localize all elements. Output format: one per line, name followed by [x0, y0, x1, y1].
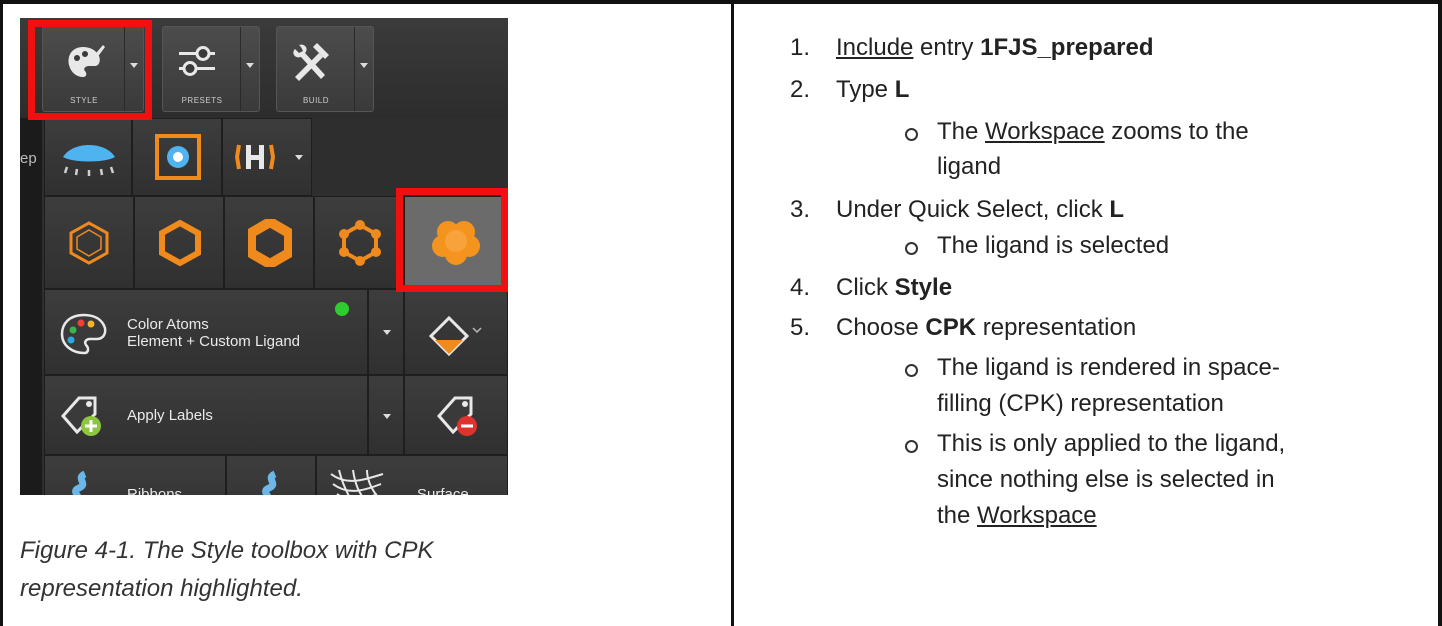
- step-4: Click Style: [836, 274, 952, 302]
- eye-icon: [63, 145, 115, 176]
- thick-hexagon-icon: [248, 219, 292, 267]
- include-link[interactable]: Include: [836, 34, 913, 61]
- ribbon-remove-icon: [262, 470, 277, 495]
- step-5-sub-2-cont-2: the Workspace: [937, 502, 1097, 530]
- step-1: Include entry 1FJS_prepared: [836, 34, 1154, 62]
- remove-labels-button[interactable]: [404, 375, 508, 455]
- step-2-text: Type: [836, 76, 895, 103]
- workspace-link[interactable]: Workspace: [985, 118, 1105, 145]
- step-5-sub-1: The ligand is rendered in space-: [937, 354, 1280, 381]
- surface-button[interactable]: Surface: [316, 455, 508, 495]
- step-5-number: 5.: [790, 314, 811, 341]
- step-4-number: 4.: [790, 274, 811, 301]
- ribbon-add-icon: [72, 470, 87, 495]
- table-border-divider: [731, 0, 734, 626]
- chevron-down-icon: [383, 414, 391, 419]
- paint-bucket-icon: [428, 315, 482, 356]
- presets-dropdown-arrow[interactable]: [246, 63, 254, 68]
- thick-tube-representation-button[interactable]: [224, 196, 314, 289]
- tube-hexagon-icon: [159, 219, 201, 267]
- bullet-icon: [905, 242, 918, 255]
- surface-mesh-icon: [330, 469, 384, 495]
- step-5-text: Choose: [836, 314, 926, 341]
- presets-button[interactable]: PRESETS: [162, 26, 260, 112]
- label-remove-icon: [437, 396, 477, 436]
- sub-text: The: [937, 118, 986, 145]
- surface-label: Surface: [417, 486, 469, 495]
- hydrogen-icon: [235, 144, 275, 170]
- step-3-key: L: [1109, 196, 1125, 223]
- remove-ribbons-button[interactable]: [226, 455, 316, 495]
- step-5: Choose CPK representation: [836, 314, 1136, 342]
- step-5-sub-2: This is only applied to the ligand,: [937, 430, 1286, 457]
- step-2-number: 2.: [790, 76, 811, 103]
- color-atoms-title: Color Atoms: [127, 316, 209, 333]
- focus-view-button[interactable]: [132, 118, 222, 196]
- build-label: BUILD: [302, 96, 330, 105]
- step-1-number: 1.: [790, 34, 811, 61]
- sub-text: the: [937, 502, 978, 529]
- style-toolbox-screenshot: STYLE PRESETS BUILD ep Color Atoms Eleme…: [20, 18, 508, 495]
- bullet-icon: [905, 128, 918, 141]
- step-4-text: Click: [836, 274, 895, 301]
- tools-icon: [293, 43, 329, 81]
- color-atoms-button[interactable]: Color Atoms Element + Custom Ligand: [44, 289, 368, 375]
- apply-labels-label: Apply Labels: [127, 407, 213, 424]
- step-3-text: Under Quick Select, click: [836, 196, 1110, 223]
- ribbons-label: Ribbons: [127, 486, 183, 495]
- step-5-sub-1-cont: filling (CPK) representation: [937, 390, 1224, 417]
- paint-bucket-button[interactable]: [404, 289, 508, 375]
- cpk-button-highlight: [396, 188, 508, 292]
- step-5-sub-2-cont: since nothing else is selected in: [937, 466, 1275, 493]
- visibility-toggle-button[interactable]: [44, 118, 132, 196]
- ball-stick-icon: [339, 220, 381, 266]
- wire-representation-button[interactable]: [44, 196, 134, 289]
- color-atoms-dropdown[interactable]: [368, 289, 404, 375]
- apply-labels-dropdown[interactable]: [368, 375, 404, 455]
- workspace-link[interactable]: Workspace: [977, 502, 1097, 529]
- style-toolbox-panel: Color Atoms Element + Custom Ligand Appl…: [42, 118, 508, 495]
- bullet-icon: [905, 364, 918, 377]
- color-atoms-scheme: Element + Custom Ligand: [127, 333, 301, 350]
- color-palette-icon: [60, 313, 107, 355]
- table-border-left: [0, 0, 3, 626]
- step-1-text: entry: [913, 34, 981, 61]
- ball-and-stick-representation-button[interactable]: [314, 196, 404, 289]
- background-text-fragment: ep: [20, 150, 37, 167]
- caption-line-2: representation highlighted.: [20, 575, 303, 602]
- step-3: Under Quick Select, click L: [836, 196, 1124, 224]
- step-2-sub-1-cont: ligand: [937, 153, 1002, 180]
- thin-tube-representation-button[interactable]: [134, 196, 224, 289]
- step-2-key: L: [894, 76, 910, 103]
- caption-line-1: Figure 4-1. The Style toolbox with CPK: [20, 537, 434, 564]
- step-3-sub-1: The ligand is selected: [937, 232, 1170, 259]
- sliders-icon: [179, 46, 215, 76]
- style-button-highlight: [28, 20, 152, 120]
- bullet-icon: [905, 440, 918, 453]
- wire-hexagon-icon: [69, 221, 109, 265]
- table-border-right: [1438, 0, 1442, 626]
- presets-label: PRESETS: [181, 96, 223, 105]
- step-5-key: CPK: [925, 314, 977, 341]
- build-dropdown-arrow[interactable]: [360, 63, 368, 68]
- step-3-number: 3.: [790, 196, 811, 223]
- apply-labels-button[interactable]: Apply Labels: [44, 375, 368, 455]
- build-button[interactable]: BUILD: [276, 26, 374, 112]
- hydrogen-display-button[interactable]: [222, 118, 312, 196]
- chevron-down-icon: [383, 330, 391, 335]
- label-add-icon: [61, 396, 101, 436]
- table-border-top: [0, 0, 1442, 4]
- ribbons-button[interactable]: Ribbons: [44, 455, 226, 495]
- step-2-sub-1: The Workspace zooms to the: [937, 118, 1249, 146]
- sub-text: zooms to the: [1104, 118, 1249, 145]
- status-indicator-dot: [335, 302, 349, 316]
- hydrogen-dropdown-arrow[interactable]: [295, 155, 303, 160]
- entry-name: 1FJS_prepared: [980, 34, 1154, 61]
- focus-target-icon: [155, 134, 201, 180]
- step-5-text-post: representation: [976, 314, 1137, 341]
- step-2: Type L: [836, 76, 909, 104]
- step-4-key: Style: [894, 274, 953, 301]
- figure-caption: Figure 4-1. The Style toolbox with CPK r…: [20, 532, 710, 608]
